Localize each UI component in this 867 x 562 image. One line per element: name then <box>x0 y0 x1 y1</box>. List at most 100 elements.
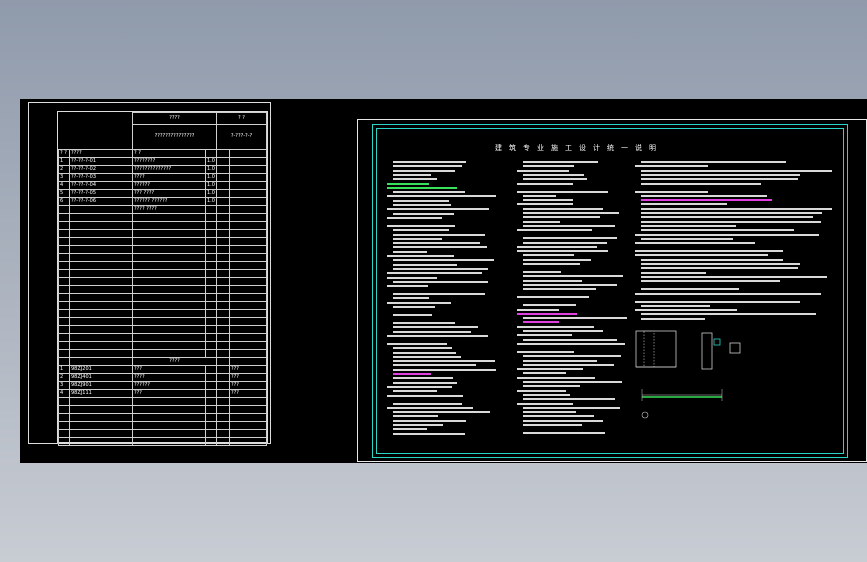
note-text-line <box>517 402 574 405</box>
note-text-line <box>393 428 428 431</box>
note-text-line <box>523 338 618 341</box>
table-row: 2 ??-??-?-02 ?????????????? 1.0 <box>58 164 267 174</box>
note-text-line <box>641 271 707 274</box>
note-text-line <box>641 267 798 270</box>
note-text-line <box>641 224 737 227</box>
note-text-line <box>523 398 615 401</box>
note-text-line <box>387 385 452 388</box>
drawing-border-inner: 建筑专业施工设计统一说明 <box>376 128 844 454</box>
note-text-line <box>393 326 479 329</box>
note-text-line <box>523 220 560 223</box>
note-text-line <box>387 195 496 198</box>
note-text-line <box>517 368 584 371</box>
note-text-line <box>635 242 755 245</box>
note-text-line <box>635 250 784 253</box>
table-row: 5 ??-??-?-05 ??? ???? 1.0 <box>58 188 267 198</box>
note-text-line <box>393 373 431 375</box>
note-text-line <box>517 312 577 315</box>
note-text-line <box>517 308 559 311</box>
table-row: 4 98ZJ111 ?????? <box>58 388 267 398</box>
project-label: ??????????????? <box>132 124 217 150</box>
note-text-line <box>523 321 559 324</box>
note-text-line <box>387 186 458 189</box>
note-text-line <box>523 363 614 366</box>
note-text-line <box>523 275 623 278</box>
note-text-line <box>393 233 486 236</box>
note-text-line <box>641 313 816 316</box>
note-text-line <box>393 364 476 367</box>
note-text-line <box>641 304 711 307</box>
table-row: 3 ??-??-?-03 ???? 1.0 <box>58 172 267 182</box>
note-text-line <box>393 411 491 414</box>
note-text-line <box>387 301 451 304</box>
note-text-line <box>393 381 458 384</box>
note-text-line <box>393 165 462 168</box>
note-text-line <box>523 317 627 320</box>
note-text-line <box>641 288 740 291</box>
note-text-line <box>393 250 428 253</box>
drawing-number: ?-???-?-? <box>216 124 267 150</box>
note-text-line <box>523 207 604 210</box>
note-text-line <box>393 322 456 324</box>
note-text-line <box>641 317 705 320</box>
note-text-line <box>523 263 581 265</box>
note-text-line <box>393 259 494 262</box>
note-text-line <box>523 393 571 396</box>
note-text-line <box>393 419 467 422</box>
note-text-line <box>523 216 600 219</box>
note-text-line <box>635 309 737 312</box>
table-row: 4 ??-??-?-04 ?????? 1.0 <box>58 180 267 190</box>
note-text-line <box>387 394 464 397</box>
note-text-line <box>523 224 615 227</box>
note-text-line <box>641 229 794 232</box>
note-text-line <box>393 377 454 380</box>
note-text-line <box>393 293 485 296</box>
note-text-line <box>393 263 458 266</box>
note-text-line <box>517 245 597 248</box>
table-row: 6 ??-??-?-06 ?????? ?????? 1.0 <box>58 196 267 206</box>
note-text-line <box>393 169 455 172</box>
note-text-line <box>393 246 488 249</box>
note-text-line <box>393 360 495 363</box>
note-text-line <box>517 389 566 392</box>
note-text-line <box>523 330 604 332</box>
note-text-line <box>523 194 557 197</box>
index-table: ???? ? ? ??????????????? ?-???-?-? ? ? ?… <box>58 112 267 446</box>
note-text-line <box>523 271 561 273</box>
note-text-line <box>393 347 453 350</box>
note-text-line <box>523 161 598 163</box>
note-text-line <box>517 182 573 185</box>
note-text-line <box>523 165 575 168</box>
index-header-title: ???? <box>132 112 217 125</box>
note-text-line <box>641 182 762 185</box>
note-text-line <box>393 368 497 371</box>
table-row: 3 98ZJ901 ????????? <box>58 380 267 390</box>
note-text-line <box>523 424 582 426</box>
table-row: 2 98ZJ401 ??????? <box>58 372 267 382</box>
note-text-line <box>523 355 622 358</box>
note-text-line <box>635 233 819 236</box>
note-text-line <box>641 275 828 278</box>
note-text-line <box>517 376 595 379</box>
note-text-line <box>393 355 462 358</box>
note-text-line <box>387 216 442 219</box>
cad-viewport[interactable]: ???? ? ? ??????????????? ?-???-?-? ? ? ?… <box>20 99 867 463</box>
table-row: 1 98ZJ201 ?????? <box>58 364 267 374</box>
note-text-line <box>393 267 488 270</box>
note-text-line <box>393 415 439 418</box>
note-text-line <box>517 334 572 337</box>
note-text-line <box>635 300 801 303</box>
note-text-line <box>387 342 448 345</box>
note-text-line <box>387 334 489 337</box>
detail-sketch <box>635 330 741 419</box>
note-text-line <box>523 173 585 176</box>
note-text-line <box>641 203 728 206</box>
note-text-line <box>641 194 767 197</box>
note-text-line <box>517 250 608 253</box>
note-text-line <box>523 381 622 383</box>
note-text-line <box>523 199 574 202</box>
note-text-line <box>635 165 709 168</box>
project-line2: ? ? <box>132 148 206 158</box>
note-text-line <box>393 237 443 240</box>
note-text-line <box>523 419 603 422</box>
